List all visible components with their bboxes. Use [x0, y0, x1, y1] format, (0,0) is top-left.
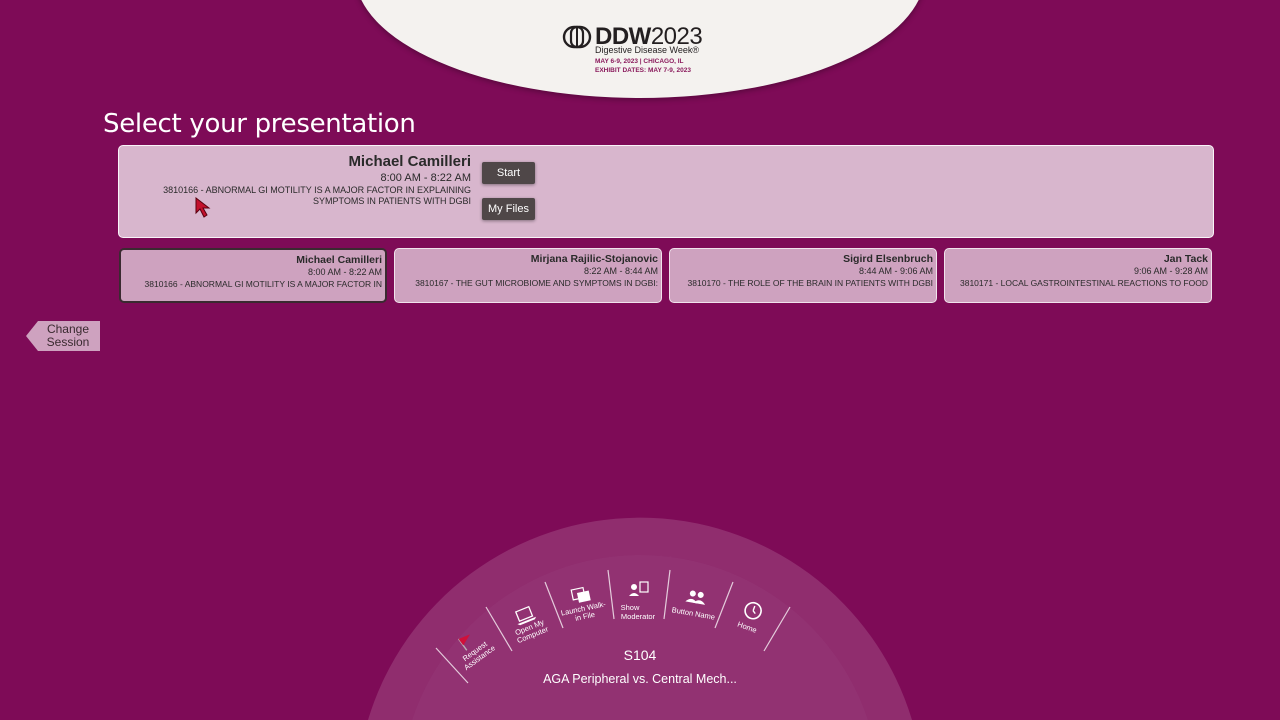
card-time: 8:22 AM - 8:44 AM — [583, 266, 658, 276]
card-presenter-name: Mirjana Rajilic-Stojanovic — [530, 253, 658, 265]
selected-presentation-panel: Michael Camilleri 8:00 AM - 8:22 AM 3810… — [118, 145, 1214, 238]
change-session-label-line2: Session — [46, 335, 90, 349]
request-assistance-button[interactable]: Request Assistance — [449, 625, 497, 672]
ddw-emblem-icon — [562, 25, 592, 49]
presentation-card[interactable]: Mirjana Rajilic-Stojanovic 8:22 AM - 8:4… — [394, 248, 662, 303]
card-title: 3810167 - THE GUT MICROBIOME AND SYMPTOM… — [415, 278, 658, 288]
card-presenter-name: Sigird Elsenbruch — [843, 253, 933, 265]
control-arc-menu: Request Assistance Open My Computer Laun… — [368, 517, 912, 720]
home-label: Home — [736, 620, 758, 635]
moderator-icon — [629, 581, 649, 596]
my-files-button[interactable]: My Files — [482, 198, 535, 220]
presenter-name: Michael Camilleri — [348, 153, 471, 170]
logo-dates: MAY 6-9, 2023 | CHICAGO, IL — [595, 58, 684, 65]
button-name-label: Button Name — [671, 605, 716, 621]
people-icon — [685, 590, 706, 605]
card-title: 3810170 - THE ROLE OF THE BRAIN IN PATIE… — [687, 278, 933, 288]
room-number: S104 — [623, 647, 657, 663]
presentation-card[interactable]: Jan Tack 9:06 AM - 9:28 AM 3810171 - LOC… — [944, 248, 1212, 303]
change-session-button[interactable]: Change Session — [26, 321, 100, 351]
card-time: 8:44 AM - 9:06 AM — [858, 266, 933, 276]
clock-icon — [744, 601, 762, 620]
card-time: 8:00 AM - 8:22 AM — [307, 267, 382, 277]
presentation-title-line2: SYMPTOMS IN PATIENTS WITH DGBI — [312, 196, 471, 206]
logo-exhibit-dates: EXHIBIT DATES: MAY 7-9, 2023 — [595, 67, 691, 74]
presentation-card[interactable]: Sigird Elsenbruch 8:44 AM - 9:06 AM 3810… — [669, 248, 937, 303]
page-title: Select your presentation — [103, 109, 416, 139]
home-button[interactable]: Home — [736, 600, 765, 635]
show-moderator-label-line1: Show — [621, 603, 640, 612]
launch-walk-in-file-button[interactable]: Launch Walk- in File — [557, 584, 609, 626]
presentation-time: 8:00 AM - 8:22 AM — [380, 172, 472, 184]
logo-subtitle: Digestive Disease Week® — [595, 45, 700, 55]
open-my-computer-button[interactable]: Open My Computer — [507, 603, 550, 645]
selected-presentation-info: Michael Camilleri 8:00 AM - 8:22 AM 3810… — [131, 152, 471, 207]
card-time: 9:06 AM - 9:28 AM — [1133, 266, 1208, 276]
presentation-title-line1: 3810166 - ABNORMAL GI MOTILITY IS A MAJO… — [163, 185, 471, 195]
card-title: 3810166 - ABNORMAL GI MOTILITY IS A MAJO… — [144, 279, 382, 289]
button-name-button[interactable]: Button Name — [671, 587, 719, 622]
start-button[interactable]: Start — [482, 162, 535, 184]
card-presenter-name: Michael Camilleri — [296, 254, 382, 266]
card-title: 3810171 - LOCAL GASTROINTESTINAL REACTIO… — [960, 278, 1208, 288]
presentation-card[interactable]: Michael Camilleri 8:00 AM - 8:22 AM 3810… — [119, 248, 387, 303]
mouse-cursor-icon — [195, 197, 211, 218]
show-moderator-button[interactable]: Show Moderator — [621, 581, 656, 621]
images-icon — [570, 586, 591, 603]
ddw-logo: DDW2023 Digestive Disease Week® MAY 6-9,… — [562, 23, 722, 78]
card-presenter-name: Jan Tack — [1163, 253, 1208, 265]
show-moderator-label-line2: Moderator — [621, 612, 656, 621]
session-name: AGA Peripheral vs. Central Mech... — [543, 672, 737, 686]
